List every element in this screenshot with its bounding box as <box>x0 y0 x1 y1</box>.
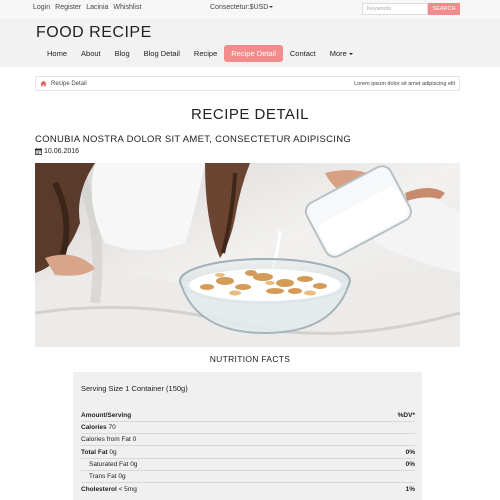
nav-home[interactable]: Home <box>40 45 74 62</box>
nav-blog[interactable]: Blog <box>108 45 137 62</box>
lacinia-link[interactable]: Lacinia <box>86 4 108 11</box>
post-title: CONUBIA NOSTRA DOLOR SIT AMET, CONSECTET… <box>35 134 352 145</box>
nutrition-facts-table: Serving Size 1 Container (150g) Amount/S… <box>73 372 422 500</box>
serving-size: Serving Size 1 Container (150g) <box>81 384 188 393</box>
post-date-text: 10.06.2016 <box>44 148 80 155</box>
breadcrumb-current: Recipe Detail <box>51 80 87 87</box>
total-fat-label: Total Fat <box>81 449 108 456</box>
search-input[interactable] <box>362 3 428 15</box>
saturated-fat-dv: 0% <box>405 461 415 468</box>
login-link[interactable]: Login <box>33 4 50 11</box>
saturated-fat-label: Saturated Fat 0g <box>89 461 138 468</box>
nav-blog-detail[interactable]: Blog Detail <box>137 45 187 62</box>
amount-serving-label: Amount/Serving <box>81 412 132 419</box>
site-logo[interactable]: FOOD RECIPE <box>36 24 152 42</box>
nav-recipe[interactable]: Recipe <box>187 45 224 62</box>
calories-fat-row: Calories from Fat 0 <box>81 436 415 446</box>
search-button[interactable]: SEARCH <box>428 3 460 15</box>
cholesterol-dv: 1% <box>405 486 415 493</box>
trans-fat-label: Trans Fat 0g <box>89 473 126 480</box>
site-header: FOOD RECIPE Home About Blog Blog Detail … <box>0 19 500 67</box>
top-bar: Login Register Lacinia Whishlist Consect… <box>0 0 500 19</box>
nav-about[interactable]: About <box>74 45 108 62</box>
calendar-icon <box>35 148 42 155</box>
calories-label: Calories <box>81 424 107 431</box>
saturated-fat-row: Saturated Fat 0g 0% <box>81 461 415 471</box>
currency-label: Consectetur:$USD <box>210 4 269 11</box>
total-fat-value: 0g <box>109 449 117 456</box>
total-fat-row: Total Fat 0g 0% <box>81 449 415 459</box>
chevron-down-icon <box>269 6 274 9</box>
main-nav: Home About Blog Blog Detail Recipe Recip… <box>40 45 360 62</box>
recipe-image <box>35 163 460 347</box>
page-title: RECIPE DETAIL <box>191 106 309 123</box>
wishlist-link[interactable]: Whishlist <box>113 4 141 11</box>
cereal-milk-illustration <box>35 163 460 347</box>
calories-row: Calories 70 <box>81 424 415 434</box>
nav-more[interactable]: More <box>323 45 360 62</box>
home-icon[interactable] <box>40 80 47 87</box>
dv-label: %DV* <box>397 412 415 419</box>
trans-fat-row: Trans Fat 0g <box>81 473 415 483</box>
currency-dropdown[interactable]: Consectetur:$USD <box>210 4 274 11</box>
cholesterol-row: Cholesterol < 5mg 1% <box>81 486 415 493</box>
nav-more-label: More <box>329 49 347 58</box>
calories-value: 70 <box>108 424 116 431</box>
top-links: Login Register Lacinia Whishlist <box>33 4 141 11</box>
breadcrumb: Recipe Detail Lorem ipsum dolor sit amet… <box>35 76 460 91</box>
nav-recipe-detail[interactable]: Recipe Detail <box>224 45 283 62</box>
cholesterol-label: Cholesterol <box>81 486 117 493</box>
breadcrumb-tagline: Lorem ipsum dolor sit amet adipiscing el… <box>354 80 455 87</box>
nav-contact[interactable]: Contact <box>283 45 323 62</box>
nutrition-header-row: Amount/Serving %DV* <box>81 412 415 422</box>
post-date: 10.06.2016 <box>35 148 79 155</box>
nutrition-heading: NUTRITION FACTS <box>209 354 291 364</box>
register-link[interactable]: Register <box>55 4 81 11</box>
calories-fat-label: Calories from Fat 0 <box>81 436 137 443</box>
total-fat-dv: 0% <box>405 449 415 456</box>
cholesterol-value: < 5mg <box>118 486 137 493</box>
chevron-down-icon <box>348 53 353 56</box>
